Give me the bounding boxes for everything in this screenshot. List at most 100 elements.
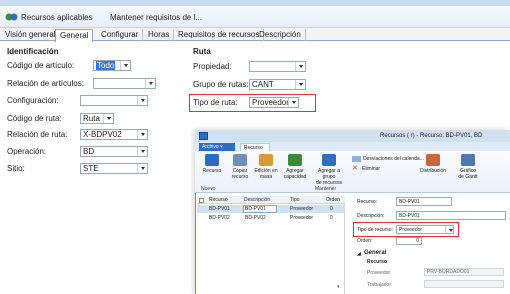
nuevo-recurso-label: Recurso: [202, 168, 222, 174]
operacion-label: Operación:: [7, 147, 47, 156]
relacion-ruta-field[interactable]: X-BDPV02: [80, 129, 148, 140]
select-all-checkbox[interactable]: [199, 198, 204, 203]
detail-tipo-value: Proveedor: [399, 227, 423, 233]
general-fasttab[interactable]: General: [364, 250, 386, 256]
scroll-down-icon[interactable]: ▾: [337, 284, 340, 290]
propiedad-field[interactable]: [249, 61, 306, 72]
row1-descripcion: BD-PV01: [245, 206, 266, 212]
codigo-ruta-value: Ruta: [83, 114, 100, 123]
configuracion-label: Configuración:: [7, 96, 59, 105]
row2-orden: 0: [330, 215, 333, 221]
proveedor-field: PRV-BORDADO01: [424, 268, 504, 276]
chevron-down-icon[interactable]: [295, 62, 305, 71]
delete-icon: ✕: [352, 165, 358, 172]
codigo-articulo-select[interactable]: Todo: [93, 60, 131, 71]
codigo-ruta-label: Código de ruta:: [7, 114, 62, 123]
ribbon-tab-archivo[interactable]: Archivo ▾: [199, 143, 235, 151]
agregar-sub: capacidad: [283, 174, 307, 180]
chevron-down-icon[interactable]: [145, 79, 155, 88]
agregar-grupo-button[interactable]: Agregar a grupo de recursos: [312, 154, 346, 186]
configuracion-field[interactable]: [80, 95, 148, 106]
tab-vision-general[interactable]: Visión general: [1, 29, 61, 41]
col-recurso[interactable]: Recurso: [209, 197, 228, 203]
detail-descripcion-field[interactable]: BD-PV01: [396, 211, 506, 220]
copiar-sub: recurso: [231, 174, 249, 180]
col-tipo[interactable]: Tipo: [290, 197, 300, 203]
sitio-label: Sitio:: [7, 164, 25, 173]
chevron-down-icon[interactable]: [137, 96, 147, 105]
edicion-masa-button[interactable]: Edición en masa: [254, 154, 278, 180]
operacion-value: BD: [83, 147, 95, 156]
recursos-aplicables-button[interactable]: Recursos aplicables: [21, 13, 93, 22]
trabajador-field: [424, 280, 504, 288]
gantt-button[interactable]: Gráfico de Gantt: [454, 154, 482, 180]
edit-icon: [259, 154, 273, 166]
operacion-field[interactable]: BD: [80, 146, 148, 157]
relacion-ruta-label: Relación de ruta:: [7, 130, 68, 139]
row2-tipo: Proveedor: [290, 215, 314, 221]
grupo-rutas-label: Grupo de rutas:: [193, 80, 249, 89]
desviaciones-calendario-button[interactable]: Desviaciones del calenda...: [363, 156, 424, 162]
tab-requisitos-recursos[interactable]: Requisitos de recursos: [174, 29, 265, 41]
chevron-down-icon[interactable]: [137, 130, 147, 139]
codigo-ruta-select[interactable]: Ruta: [80, 113, 114, 124]
add-capacity-icon: [288, 154, 302, 166]
eliminar-button[interactable]: Eliminar: [362, 166, 380, 172]
ruta-title: Ruta: [193, 47, 211, 56]
sitio-value: STE: [83, 164, 99, 173]
proveedor-label: Proveedor:: [367, 270, 392, 276]
chevron-down-icon[interactable]: [103, 114, 113, 123]
general-expand-icon[interactable]: ◢: [357, 251, 361, 257]
tab-horas[interactable]: Horas: [144, 29, 175, 41]
row1-tipo: Proveedor: [290, 206, 314, 212]
new-resource-icon: [205, 154, 219, 166]
tab-descripcion[interactable]: Descripción: [255, 29, 306, 41]
propiedad-label: Propiedad:: [193, 62, 232, 71]
sitio-field[interactable]: STE: [80, 163, 148, 174]
chevron-down-icon[interactable]: [137, 147, 147, 156]
detail-descripcion-label: Descripción:: [357, 213, 385, 219]
group-nuevo-label: Nuevo: [201, 186, 216, 192]
relacion-articulos-label: Relación de artículos:: [7, 79, 84, 88]
chevron-down-icon[interactable]: [120, 61, 130, 70]
tab-configurar[interactable]: Configurar: [97, 29, 144, 41]
edicion-sub: masa: [259, 174, 273, 180]
chevron-down-icon[interactable]: [295, 80, 305, 89]
resources-icon: [5, 12, 19, 22]
chevron-down-icon[interactable]: [137, 164, 147, 173]
row1-recurso: BD-PV01: [209, 206, 230, 212]
codigo-articulo-label: Código de artículo:: [7, 61, 75, 70]
chevron-down-icon[interactable]: [288, 98, 298, 107]
agregar-grupo-label: Agregar a grupo: [318, 168, 340, 180]
detail-orden-label: Orden:: [357, 238, 373, 244]
agregar-capacidad-button[interactable]: Agregar capacidad: [282, 154, 308, 180]
mantener-requisitos-button[interactable]: Mantener requisitos de l...: [110, 13, 202, 22]
gantt-chart-icon: [461, 154, 475, 166]
tipo-ruta-select[interactable]: Proveedor: [249, 97, 299, 108]
tipo-ruta-label: Tipo de ruta:: [193, 98, 238, 107]
recurso-subsection: Recurso: [367, 259, 388, 265]
row1-orden: 0: [330, 206, 333, 212]
nuevo-recurso-button[interactable]: Recurso: [201, 154, 223, 174]
tab-general[interactable]: General: [55, 29, 94, 42]
detail-tipo-label: Tipo de recurso:: [357, 227, 393, 233]
detail-recurso-label: Recurso:: [357, 199, 378, 205]
col-descripcion[interactable]: Descripción: [244, 197, 270, 203]
add-group-icon: [322, 154, 336, 166]
detail-recurso-field[interactable]: BD-PV01: [396, 197, 452, 206]
distribucion-button[interactable]: Distribución: [418, 154, 448, 174]
relacion-ruta-value: X-BDPV02: [83, 130, 122, 139]
trabajador-label: Trabajador:: [367, 282, 393, 288]
copiar-recurso-button[interactable]: Copiar recurso: [229, 154, 251, 180]
tipo-ruta-value: Proveedor: [252, 98, 289, 107]
chevron-down-icon[interactable]: [445, 226, 453, 233]
relacion-articulos-field[interactable]: [93, 78, 156, 89]
app-icon: [199, 132, 208, 140]
detail-orden-field[interactable]: 0: [396, 237, 422, 245]
ribbon-tab-recurso[interactable]: Recurso: [240, 143, 270, 151]
identificacion-title: Identificación: [7, 47, 59, 56]
row2-recurso: BD-PV02: [209, 215, 230, 221]
grupo-rutas-field[interactable]: CANT: [249, 79, 306, 90]
col-orden[interactable]: Orden: [326, 197, 340, 203]
detail-tipo-select[interactable]: Proveedor: [396, 225, 454, 234]
